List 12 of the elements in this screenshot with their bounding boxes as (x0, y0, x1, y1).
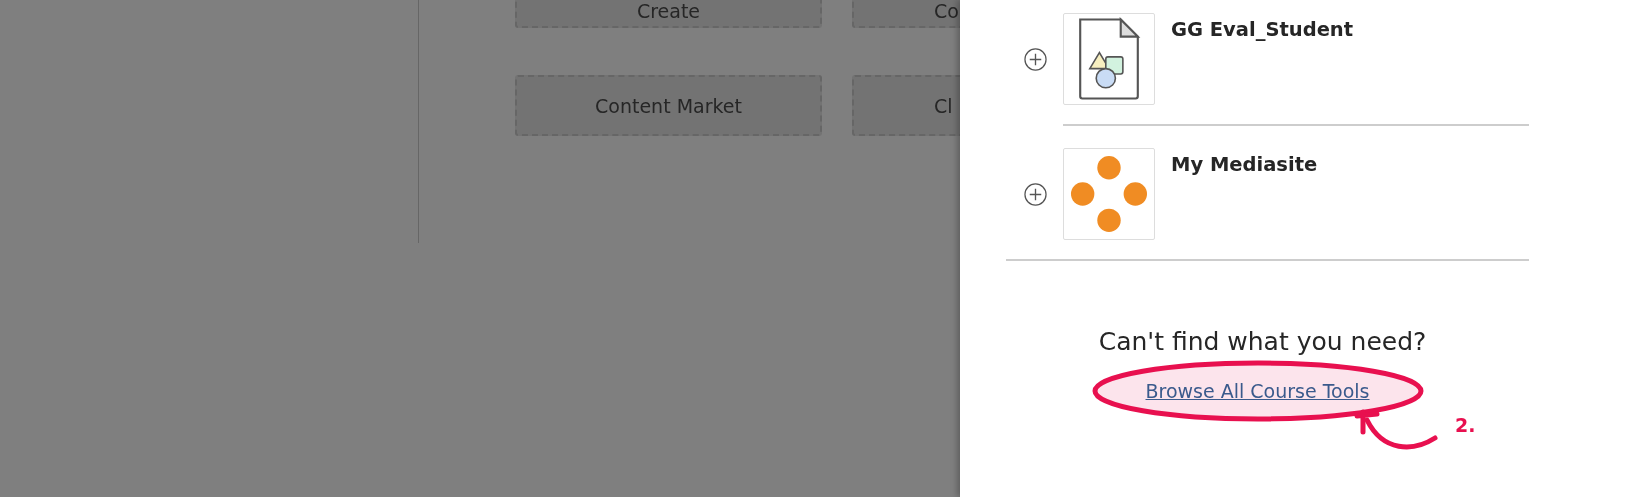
document-shapes-icon (1077, 16, 1141, 102)
content-button[interactable]: Co (852, 0, 960, 28)
four-dots-icon (1070, 155, 1148, 233)
step-label: 2. (1455, 414, 1476, 436)
content-button[interactable]: Cl (852, 75, 960, 136)
help-text: Can't find what you need? (1098, 327, 1427, 356)
add-icon[interactable] (1024, 48, 1047, 71)
add-icon[interactable] (1024, 183, 1047, 206)
content-button[interactable]: Content Market (515, 75, 822, 136)
tool-title[interactable]: My Mediasite (1171, 153, 1318, 176)
tool-title[interactable]: GG Eval_Student (1171, 18, 1354, 41)
content-button[interactable]: Create (515, 0, 822, 28)
